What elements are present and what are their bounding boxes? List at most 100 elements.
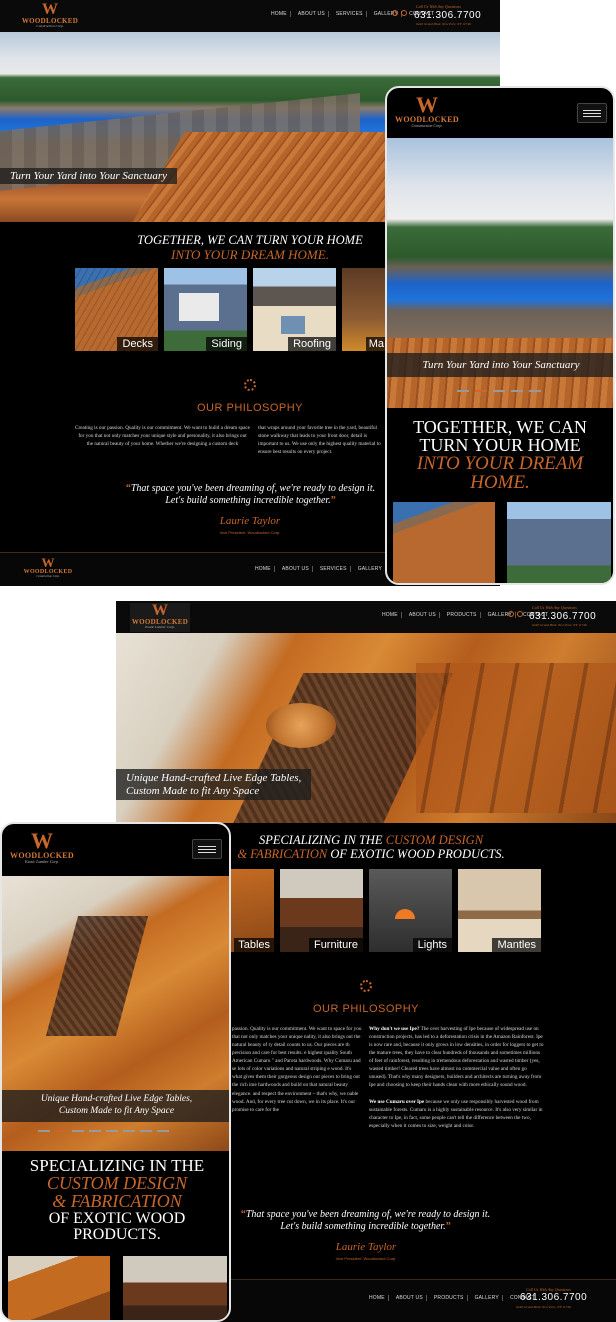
slider-dot[interactable] [529,390,541,392]
tile-siding[interactable] [507,502,611,583]
headline-part-1: SPECIALIZING IN THE [258,833,383,847]
slider-dot[interactable] [38,1130,50,1132]
headline-orange: INTO YOUR DREAM HOME. [171,246,329,262]
slider-dot[interactable] [140,1130,152,1132]
tile-label: Roofing [288,337,336,351]
social-icons [392,10,407,16]
philosophy-text-right: that wraps around your favorite tree in … [258,425,381,456]
nav-home[interactable]: HOME [268,11,291,17]
menu-button[interactable] [577,103,607,123]
ipe-question: Why don't we use Ipe? [369,1026,420,1032]
hero-image: Unique Hand-crafted Live Edge Tables, Cu… [116,633,616,823]
nav-products[interactable]: PRODUCTS [444,612,481,618]
tile-tables[interactable]: Tables [228,869,274,952]
tile-label: Mantles [492,938,541,952]
nav-about[interactable]: ABOUT US [393,1295,427,1301]
headline: SPECIALIZING IN THE CUSTOM DESIGN & FABR… [206,833,536,862]
signature: Laurie Taylor [335,1241,397,1253]
logo-mark: W [41,555,55,570]
slider-dot[interactable] [475,390,487,392]
logo-sub: Exotic Lumber Corp. [145,625,175,629]
gear-icon [360,980,372,992]
social-icons [508,611,523,617]
tile-furniture[interactable]: Furniture [280,869,363,952]
hero-caption-line-2: Custom Made to fit Any Space [126,784,260,797]
gear-icon [244,379,256,391]
tile-tables[interactable] [8,1256,110,1320]
logo-mark: W [31,828,53,853]
nav-home[interactable]: HOME [379,612,402,618]
tile-mantles[interactable]: Mantles [458,869,541,952]
tile-label: Siding [206,337,247,351]
instagram-icon[interactable] [401,10,407,16]
nav-gallery[interactable]: GALLERY [472,1295,503,1301]
logo-sub: Construction Corp. [36,574,60,578]
signature: Laurie Taylor [219,515,281,527]
hero-caption: Unique Hand-crafted Live Edge Tables, Cu… [116,769,312,801]
tile-label: Lights [412,938,452,952]
footer-nav: HOME ABOUT US PRODUCTS GALLERY CONTACT [366,1295,538,1301]
slider-dots [457,390,541,392]
logo[interactable]: W WOODLOCKED Construction Corp. [20,2,80,29]
slider-dot[interactable] [157,1130,169,1132]
slider-dot[interactable] [72,1130,84,1132]
logo-sub: Construction Corp. [411,123,443,128]
nav-home[interactable]: HOME [366,1295,389,1301]
tile-label: Ma [365,337,387,351]
quote-text: That space you've been dreaming of, we'r… [130,483,376,506]
slider-dot[interactable] [123,1130,135,1132]
slider-dot[interactable] [493,390,505,392]
slider-dot[interactable] [55,1130,67,1132]
signature-title: Vice President, Woodlocked Corp. [335,1256,397,1261]
main-nav: HOME ABOUT US PRODUCTS GALLERY CONTACT [379,612,551,618]
logo[interactable]: W WOODLOCKED Exotic Lumber Corp. [8,830,76,864]
phone-number[interactable]: 631.306.7700 [520,1292,587,1303]
headline-orange-1: CUSTOM DESIGN [385,833,484,847]
headline-orange: INTO YOUR DREAM HOME. [416,453,584,493]
tile-masonry[interactable]: Ma [342,268,387,351]
nav-gallery[interactable]: GALLERY [355,566,387,572]
call-label: Call Us With Any Questions [416,4,461,9]
facebook-icon[interactable] [392,10,398,16]
headline-white: TOGETHER, WE CAN TURN YOUR HOME [137,233,363,247]
tile-roofing[interactable]: Roofing [253,268,336,351]
logo[interactable]: W WOODLOCKED Construction Corp. [393,94,461,128]
hero-image: Unique Hand-crafted Live Edge Tables, Cu… [2,876,229,1151]
quote-text: That space you've been dreaming of, we'r… [245,1209,491,1232]
tile-label: Decks [117,337,158,351]
tile-decks[interactable]: Decks [75,268,158,351]
footer-logo[interactable]: W WOODLOCKED Construction Corp. [22,556,74,578]
quote: “That space you've been dreaming of, we'… [118,483,383,507]
tile-siding[interactable]: Siding [164,268,247,351]
slider-dots [38,1130,169,1132]
tile-decks[interactable] [393,502,495,583]
address: 6440 Grand Blvd, New Port, NY 11746 [532,623,587,627]
hero-caption: Turn Your Yard into Your Sanctuary [387,353,613,377]
menu-button[interactable] [192,839,222,859]
hero-caption-line-1: Unique Hand-crafted Live Edge Tables, [126,772,302,784]
nav-about[interactable]: ABOUT US [406,612,440,618]
philosophy-title: OUR PHILOSOPHY [196,402,304,414]
headline-part-2: OF EXOTIC WOOD PRODUCTS. [330,847,505,862]
logo[interactable]: W WOODLOCKED Exotic Lumber Corp. [130,603,190,632]
nav-products[interactable]: PRODUCTS [431,1295,468,1301]
quote: “That space you've been dreaming of, we'… [233,1209,498,1233]
close-quote-mark: ” [445,1221,451,1232]
tile-lights[interactable]: Lights [369,869,452,952]
slider-dot[interactable] [106,1130,118,1132]
slider-dot[interactable] [89,1130,101,1132]
phone-number[interactable]: 631.306.7700 [414,10,481,21]
mobile-construction-site: W WOODLOCKED Construction Corp. Turn You… [385,86,615,585]
slider-dot[interactable] [511,390,523,392]
slider-dot[interactable] [457,390,469,392]
facebook-icon[interactable] [508,611,514,617]
instagram-icon[interactable] [517,611,523,617]
tile-furniture[interactable] [123,1256,227,1320]
headline-white: TOGETHER, WE CAN TURN YOUR HOME [413,417,587,455]
nav-about[interactable]: ABOUT US [295,11,329,17]
nav-home[interactable]: HOME [252,566,275,572]
nav-services[interactable]: SERVICES [317,566,351,572]
phone-number[interactable]: 631.306.7700 [529,611,596,622]
nav-about[interactable]: ABOUT US [279,566,313,572]
nav-services[interactable]: SERVICES [333,11,367,17]
